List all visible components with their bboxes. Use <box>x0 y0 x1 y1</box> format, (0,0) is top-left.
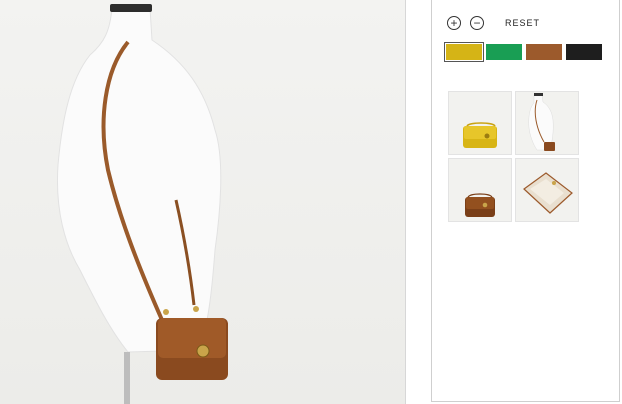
zoom-out-button[interactable]: − <box>470 16 484 30</box>
swatch-black[interactable] <box>566 44 602 60</box>
thumbnail-brown-bag[interactable] <box>448 158 512 222</box>
bag-interior-image <box>523 172 573 214</box>
zoom-in-button[interactable]: + <box>447 16 461 30</box>
zoom-controls: + − RESET <box>447 14 540 32</box>
thumbnail-mannequin[interactable] <box>515 91 579 155</box>
swatch-yellow[interactable] <box>444 42 484 62</box>
thumbnail-grid <box>448 91 579 222</box>
reset-button[interactable]: RESET <box>505 18 540 28</box>
main-product-image[interactable] <box>0 0 405 404</box>
color-swatches <box>444 42 606 62</box>
mannequin-image <box>528 93 555 151</box>
plus-circle-icon: + <box>450 16 458 30</box>
mannequin-with-crossbody-bag <box>56 4 228 404</box>
swatch-green[interactable] <box>486 44 522 60</box>
thumbnail-bag-interior[interactable] <box>515 158 579 222</box>
image-divider <box>405 0 406 404</box>
yellow-bag-image <box>463 122 497 148</box>
swatch-brown[interactable] <box>526 44 562 60</box>
brown-bag-image <box>465 193 495 217</box>
minus-circle-icon: − <box>473 16 481 30</box>
thumbnail-yellow-bag[interactable] <box>448 91 512 155</box>
